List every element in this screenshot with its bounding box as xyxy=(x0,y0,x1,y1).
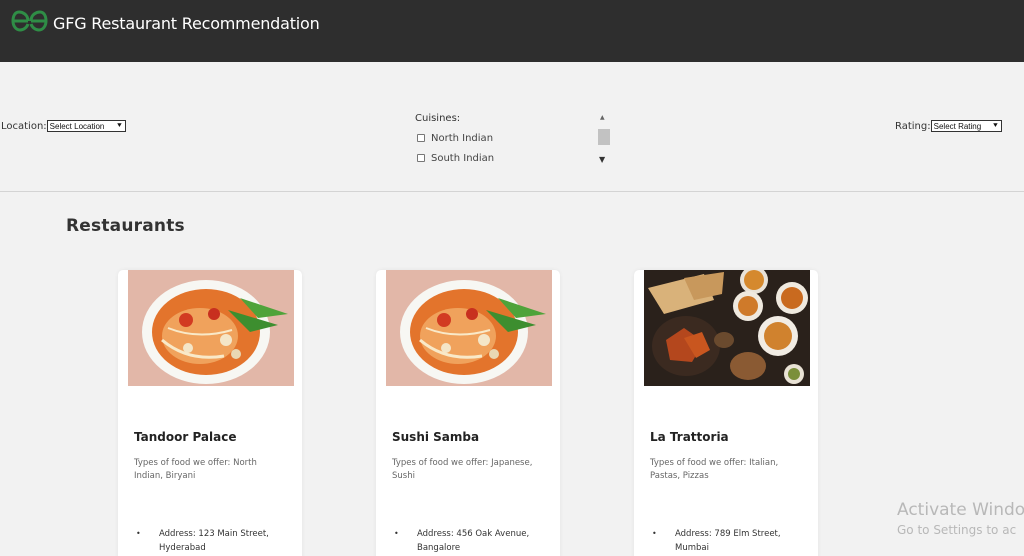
cuisine-filter: Cuisines: North Indian South Indian xyxy=(415,113,494,164)
restaurant-food-types: Types of food we offer: Italian, Pastas,… xyxy=(650,458,779,481)
cuisine-option-south-indian[interactable]: South Indian xyxy=(417,148,607,168)
scroll-thumb[interactable] xyxy=(598,129,610,145)
rating-filter: Rating: Select Rating ⯆ xyxy=(895,120,1002,132)
bullet-icon: • xyxy=(136,529,141,538)
location-filter: Location: Select Location ⯆ xyxy=(1,120,126,132)
address-text: Address: 456 Oak Avenue, Bangalore xyxy=(417,529,530,553)
restaurant-address: • Address: 456 Oak Avenue, Bangalore xyxy=(392,527,552,555)
rating-select[interactable]: Select Rating ⯆ xyxy=(930,120,1002,132)
restaurant-name: Sushi Samba xyxy=(392,430,480,444)
cuisine-option-label: North Indian xyxy=(431,132,494,144)
restaurant-card[interactable]: La Trattoria Types of food we offer: Ita… xyxy=(634,270,818,556)
north-indian-checkbox[interactable] xyxy=(417,134,425,142)
rating-select-value: Select Rating xyxy=(933,121,982,131)
location-label: Location: xyxy=(1,120,47,132)
scroll-down-arrow-icon[interactable]: ▼ xyxy=(599,155,605,164)
restaurant-address: • Address: 789 Elm Street, Mumbai xyxy=(650,527,810,555)
app-header: GFG Restaurant Recommendation xyxy=(0,0,1024,62)
scroll-up-arrow-icon[interactable]: ▲ xyxy=(600,114,605,121)
restaurant-card[interactable]: Tandoor Palace Types of food we offer: N… xyxy=(118,270,302,556)
rating-label: Rating: xyxy=(895,120,931,132)
watermark-subtitle: Go to Settings to ac xyxy=(897,523,1017,537)
address-text: Address: 123 Main Street, Hyderabad xyxy=(159,529,269,553)
south-indian-checkbox[interactable] xyxy=(417,154,425,162)
chevron-down-icon: ⯆ xyxy=(116,121,123,130)
location-select[interactable]: Select Location ⯆ xyxy=(46,120,126,132)
bullet-icon: • xyxy=(652,529,657,538)
section-title: Restaurants xyxy=(66,216,185,236)
gfg-logo-icon[interactable] xyxy=(11,10,48,32)
indian-spread-image xyxy=(644,270,810,386)
noodle-bowl-image xyxy=(386,270,552,386)
app-title: GFG Restaurant Recommendation xyxy=(53,14,320,33)
filter-bar: Location: Select Location ⯆ Cuisines: No… xyxy=(0,62,1024,192)
restaurant-food-types: Types of food we offer: North Indian, Bi… xyxy=(134,458,257,481)
noodle-bowl-image xyxy=(128,270,294,386)
cuisine-option-north-indian[interactable]: North Indian xyxy=(417,128,607,148)
cuisine-scrollbar[interactable]: ▲ ▼ xyxy=(596,113,611,171)
restaurant-name: La Trattoria xyxy=(650,430,729,444)
watermark-title: Activate Windo xyxy=(897,500,1024,520)
restaurant-food-types: Types of food we offer: Japanese, Sushi xyxy=(392,458,533,481)
restaurant-address: • Address: 123 Main Street, Hyderabad xyxy=(134,527,294,555)
chevron-down-icon: ⯆ xyxy=(992,121,999,130)
restaurant-card[interactable]: Sushi Samba Types of food we offer: Japa… xyxy=(376,270,560,556)
cuisine-option-label: South Indian xyxy=(431,152,495,164)
address-text: Address: 789 Elm Street, Mumbai xyxy=(675,529,781,553)
cuisines-label: Cuisines: xyxy=(415,113,461,124)
cuisine-list: North Indian South Indian xyxy=(417,128,607,168)
bullet-icon: • xyxy=(394,529,399,538)
restaurant-name: Tandoor Palace xyxy=(134,430,237,444)
activate-windows-watermark: Activate Windo Go to Settings to ac xyxy=(897,500,1024,537)
location-select-value: Select Location xyxy=(49,121,105,131)
